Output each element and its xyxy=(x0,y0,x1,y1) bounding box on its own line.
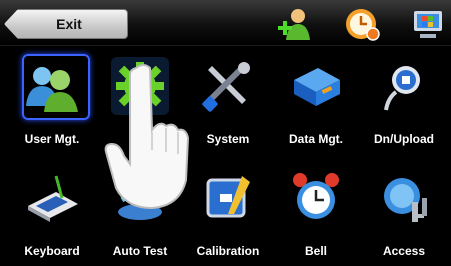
test-icon xyxy=(118,181,162,220)
clock-icon[interactable] xyxy=(345,6,381,42)
app-label: Calibration xyxy=(196,244,260,258)
app-bell[interactable]: Bell xyxy=(272,162,360,262)
app-label: Data Mgt. xyxy=(289,132,343,146)
usb-icon xyxy=(384,66,420,111)
top-bar: Exit xyxy=(0,0,451,46)
monitor-icon[interactable] xyxy=(410,6,446,42)
app-access[interactable]: Access xyxy=(360,162,448,262)
keyboard-icon xyxy=(28,175,78,222)
app-dn-upload[interactable]: Dn/Upload xyxy=(360,50,448,150)
access-keys-icon xyxy=(384,178,427,222)
app-label: Dn/Upload xyxy=(374,132,434,146)
app-system[interactable]: System xyxy=(184,50,272,150)
app-label: Bell xyxy=(304,244,327,258)
selection-frame xyxy=(22,54,90,120)
app-calibration[interactable]: Calibration xyxy=(184,162,272,262)
storage-icon xyxy=(294,68,340,106)
app-label: User Mgt. xyxy=(24,132,80,146)
exit-button[interactable]: Exit xyxy=(4,9,128,39)
app-label: Keyboard xyxy=(24,244,80,258)
app-label: Auto Test xyxy=(112,244,168,258)
app-label: Access xyxy=(382,244,426,258)
app-keyboard[interactable]: Keyboard xyxy=(8,162,96,262)
exit-label: Exit xyxy=(56,16,82,32)
tools-icon xyxy=(202,62,250,112)
app-auto-test[interactable]: Auto Test xyxy=(96,162,184,262)
gear-icon xyxy=(111,57,169,115)
app-label: System xyxy=(206,132,250,146)
app-data-mgt[interactable]: Data Mgt. xyxy=(272,50,360,150)
app-c[interactable]: C xyxy=(96,50,184,150)
add-user-icon[interactable] xyxy=(276,6,312,42)
bell-icon xyxy=(293,173,339,219)
calibration-icon xyxy=(206,176,250,218)
app-label: C xyxy=(135,132,145,146)
